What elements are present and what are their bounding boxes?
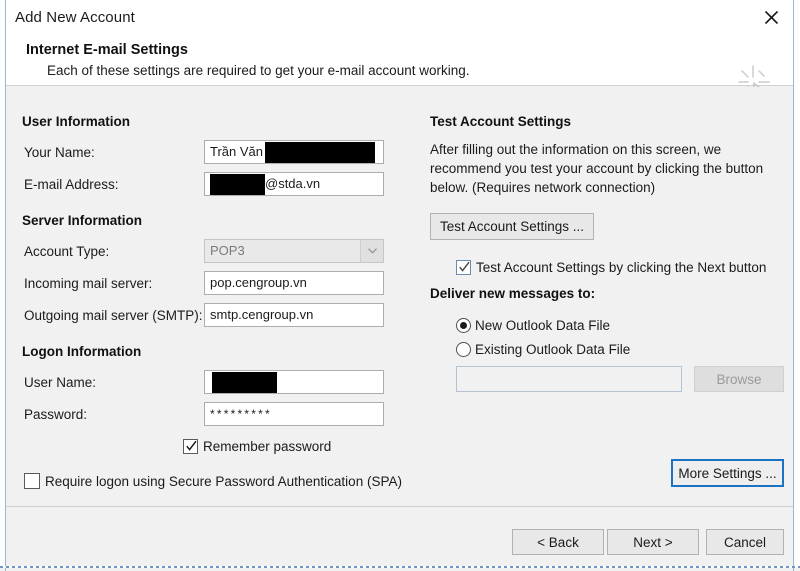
group-title-test-account-settings: Test Account Settings — [430, 114, 572, 129]
outgoing-mail-server-value: smtp.cengroup.vn — [210, 307, 314, 322]
test-account-settings-button[interactable]: Test Account Settings ... — [430, 213, 594, 240]
check-icon — [186, 440, 197, 453]
title-bar: Add New Account — [6, 0, 793, 36]
radio-existing-outlook-data-file[interactable]: Existing Outlook Data File — [456, 342, 630, 357]
window-right-border — [793, 0, 794, 571]
incoming-mail-server-value: pop.cengroup.vn — [210, 275, 307, 290]
checkbox-box — [183, 439, 198, 454]
password-value: ********* — [210, 407, 272, 421]
browse-button-label: Browse — [716, 371, 762, 387]
test-account-settings-button-label: Test Account Settings ... — [439, 219, 585, 234]
group-title-logon-information: Logon Information — [22, 344, 142, 359]
account-type-select[interactable]: POP3 — [204, 239, 384, 263]
require-spa-checkbox[interactable]: Require logon using Secure Password Auth… — [24, 473, 402, 489]
radio-new-outlook-data-file-label: New Outlook Data File — [475, 318, 611, 333]
header-title: Internet E-mail Settings — [26, 42, 188, 58]
existing-data-file-path-input[interactable] — [456, 366, 682, 392]
test-on-next-checkbox[interactable]: Test Account Settings by clicking the Ne… — [456, 260, 766, 275]
cancel-button-label: Cancel — [723, 534, 767, 550]
close-icon — [763, 9, 780, 26]
window-title: Add New Account — [15, 9, 135, 26]
your-name-value: Trần Văn — [210, 144, 263, 159]
back-button[interactable]: < Back — [512, 529, 604, 555]
user-name-redaction — [212, 371, 277, 393]
label-incoming-mail-server: Incoming mail server: — [24, 276, 153, 291]
remember-password-checkbox[interactable]: Remember password — [183, 439, 331, 454]
email-address-value: @stda.vn — [265, 176, 321, 191]
window-bottom-border — [0, 566, 800, 568]
settings-panel: User Information Your Name: Trần Văn E-m… — [6, 87, 793, 506]
remember-password-label: Remember password — [203, 439, 332, 454]
more-settings-button[interactable]: More Settings ... — [671, 459, 784, 487]
next-button[interactable]: Next > — [607, 529, 699, 555]
more-settings-button-label: More Settings ... — [678, 465, 777, 481]
chevron-down-icon — [360, 240, 383, 262]
header-subtitle: Each of these settings are required to g… — [47, 63, 470, 78]
account-type-value: POP3 — [210, 243, 245, 258]
label-account-type: Account Type: — [24, 244, 110, 259]
label-user-name: User Name: — [24, 375, 97, 390]
label-password: Password: — [24, 407, 88, 422]
password-input[interactable]: ********* — [204, 402, 384, 426]
next-button-label: Next > — [633, 534, 673, 550]
radio-dot — [460, 322, 467, 329]
dialog-header: Internet E-mail Settings Each of these s… — [6, 36, 793, 115]
group-title-deliver-new-messages: Deliver new messages to: — [430, 286, 596, 301]
radio-new-outlook-data-file[interactable]: New Outlook Data File — [456, 318, 610, 333]
your-name-input[interactable]: Trần Văn — [204, 140, 384, 164]
label-outgoing-mail-server: Outgoing mail server (SMTP): — [24, 308, 203, 323]
radio-box — [456, 318, 471, 333]
group-title-user-information: User Information — [22, 114, 131, 129]
close-button[interactable] — [757, 4, 785, 30]
label-email-address: E-mail Address: — [24, 177, 119, 192]
cancel-button[interactable]: Cancel — [706, 529, 784, 555]
your-name-redaction — [265, 141, 375, 163]
add-new-account-dialog: Add New Account Internet E-mail Settings… — [0, 0, 800, 571]
outgoing-mail-server-input[interactable]: smtp.cengroup.vn — [204, 303, 384, 327]
radio-existing-outlook-data-file-label: Existing Outlook Data File — [475, 342, 631, 357]
radio-box — [456, 342, 471, 357]
browse-button[interactable]: Browse — [694, 366, 784, 392]
email-address-input[interactable]: @stda.vn — [204, 172, 384, 196]
checkbox-box — [456, 260, 471, 275]
user-name-input[interactable] — [204, 370, 384, 394]
test-on-next-label: Test Account Settings by clicking the Ne… — [476, 260, 767, 275]
checkbox-box — [24, 473, 40, 489]
window-right-margin — [794, 0, 800, 566]
test-account-description: After filling out the information on thi… — [430, 142, 764, 195]
check-icon — [459, 261, 470, 274]
incoming-mail-server-input[interactable]: pop.cengroup.vn — [204, 271, 384, 295]
require-spa-label: Require logon using Secure Password Auth… — [45, 473, 402, 489]
label-your-name: Your Name: — [24, 145, 95, 160]
group-title-server-information: Server Information — [22, 213, 143, 228]
back-button-label: < Back — [537, 534, 579, 550]
dialog-footer: < Back Next > Cancel — [6, 506, 793, 566]
email-address-redaction — [210, 173, 265, 195]
